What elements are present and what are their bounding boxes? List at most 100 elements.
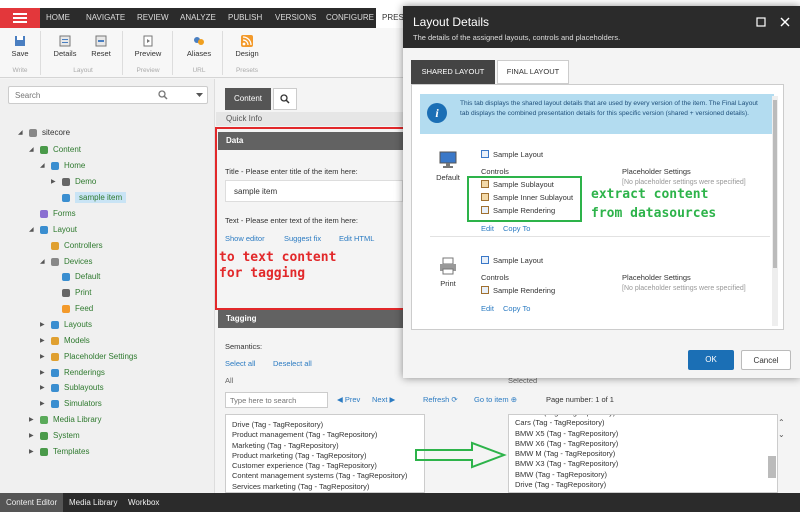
tab-shared-layout[interactable]: SHARED LAYOUT [411,60,495,84]
tree-item[interactable]: Controllers [40,241,103,250]
tree-item[interactable]: ▶ Renderings [40,368,105,377]
tree-item[interactable]: ◢ Devices [40,257,92,266]
list-item[interactable]: Cars (Tag - TagRepository) [515,418,777,428]
tab-publish[interactable]: PUBLISH [228,8,262,28]
panel-scrollbar-thumb[interactable] [773,100,777,268]
tree-item[interactable]: ◢ Content [29,145,81,154]
list-item[interactable]: Content management systems (Tag - TagRep… [232,471,424,481]
tab-home[interactable]: HOME [46,8,70,28]
tree-item[interactable]: ▶ Models [40,336,90,345]
list-item[interactable]: Drive (Tag - TagRepository) [515,480,777,490]
tab-media-library[interactable]: Media Library [63,493,123,512]
tree-item[interactable]: Forms [29,209,76,218]
selected-tags-list[interactable]: Audi R8 (Tag - TagRepository)Cars (Tag -… [508,414,778,493]
tree-item[interactable]: sample item [51,192,127,203]
chevron-down-icon[interactable]: ⌄ [778,430,785,439]
list-item[interactable]: Customer experience (Tag - TagRepository… [232,461,424,471]
tree-item[interactable]: Print [51,288,91,297]
tree-item[interactable]: ▶ System [29,431,80,440]
copy-to-link[interactable]: Copy To [503,304,530,313]
reset-button[interactable]: Reset [84,33,118,58]
edit-link[interactable]: Edit [481,224,494,233]
details-button[interactable]: Details [48,33,82,58]
list-item[interactable]: Services marketing (Tag - TagRepository) [232,482,424,492]
list-item[interactable]: Product marketing (Tag - TagRepository) [232,451,424,461]
quick-info-bar[interactable]: Quick Info [216,112,403,126]
tag-search-input[interactable] [225,392,328,408]
expand-icon[interactable]: ▶ [40,400,45,407]
expand-icon[interactable]: ▶ [29,448,34,455]
list-item[interactable]: Marketing (Tag - TagRepository) [232,441,424,451]
search-tab[interactable] [273,88,297,110]
expand-icon[interactable]: ▶ [40,369,45,376]
list-item[interactable]: Drive (Tag - TagRepository) [232,420,424,430]
tab-versions[interactable]: VERSIONS [275,8,316,28]
tree-item[interactable]: ▶ Sublayouts [40,383,104,392]
list-item[interactable]: Product management (Tag - TagRepository) [232,430,424,440]
next-button[interactable]: Next ▶ [372,395,395,404]
preview-button[interactable]: Preview [131,33,165,58]
deselect-all-link[interactable]: Deselect all [273,359,312,368]
collapse-icon[interactable]: ◢ [29,226,34,233]
goto-item-button[interactable]: Go to item ⊕ [474,395,517,404]
collapse-icon[interactable]: ◢ [29,146,34,153]
layout-link[interactable]: Sample Layout [481,150,543,159]
copy-to-link[interactable]: Copy To [503,224,530,233]
content-tab[interactable]: Content [225,88,271,110]
tree-item[interactable]: ▶ Layouts [40,320,92,329]
tab-workbox[interactable]: Workbox [122,493,165,512]
save-button[interactable]: Save [3,33,37,58]
collapse-icon[interactable]: ◢ [40,258,45,265]
chevron-down-icon[interactable] [196,93,203,98]
collapse-icon[interactable]: ◢ [40,162,45,169]
expand-icon[interactable]: ▶ [29,416,34,423]
tab-analyze[interactable]: ANALYZE [180,8,216,28]
collapse-icon[interactable]: ◢ [18,129,23,136]
refresh-button[interactable]: Refresh ⟳ [423,395,458,404]
list-item[interactable]: BMW X5 (Tag - TagRepository) [515,429,777,439]
tab-navigate[interactable]: NAVIGATE [86,8,125,28]
all-tags-list[interactable]: Drive (Tag - TagRepository) Product manag… [225,414,425,493]
cancel-button[interactable]: Cancel [741,350,791,370]
tree-item[interactable]: ◢ Layout [29,225,77,234]
maximize-icon[interactable] [756,17,766,27]
tab-configure[interactable]: CONFIGURE [326,8,374,28]
list-item[interactable]: BMW M (Tag - TagRepository) [515,449,777,459]
chevron-up-icon[interactable]: ⌃ [778,418,785,427]
expand-icon[interactable]: ▶ [40,353,45,360]
tagging-section-header[interactable]: Tagging [218,310,403,328]
expand-icon[interactable]: ▶ [29,432,34,439]
tree-item[interactable]: ▶ Placeholder Settings [40,352,137,361]
ok-button[interactable]: OK [688,350,734,370]
expand-icon[interactable]: ▶ [51,178,56,185]
tree-item[interactable]: ▶ Simulators [40,399,102,408]
list-item[interactable]: BMW X6 (Tag - TagRepository) [515,439,777,449]
layout-link[interactable]: Sample Layout [481,256,543,265]
list-item[interactable]: BMW X3 (Tag - TagRepository) [515,459,777,469]
tab-content-editor[interactable]: Content Editor [0,493,64,512]
list-item[interactable]: BMW (Tag - TagRepository) [515,470,777,480]
tree-search-input[interactable] [8,86,208,104]
expand-icon[interactable]: ▶ [40,321,45,328]
expand-icon[interactable]: ▶ [40,337,45,344]
tree-item[interactable]: ◢ Home [40,161,85,170]
design-button[interactable]: Design [230,33,264,58]
tree-item[interactable]: ◢ sitecore [18,128,70,137]
prev-button[interactable]: ◀ Prev [337,395,360,404]
aliases-button[interactable]: Aliases [182,33,216,58]
search-icon[interactable] [158,90,168,100]
tree-item[interactable]: Feed [51,304,93,313]
edit-link[interactable]: Edit [481,304,494,313]
tree-item[interactable]: ▶ Demo [51,177,96,186]
list-scrollbar-thumb[interactable] [768,456,776,478]
tab-presentation[interactable]: PRESE [376,8,406,28]
menu-button[interactable] [0,8,40,28]
select-all-link[interactable]: Select all [225,359,255,368]
tree-item[interactable]: Default [51,272,100,281]
close-icon[interactable] [780,17,790,27]
tree-item[interactable]: ▶ Media Library [29,415,101,424]
expand-icon[interactable]: ▶ [40,384,45,391]
tab-final-layout[interactable]: FINAL LAYOUT [497,60,569,84]
tree-item[interactable]: ▶ Templates [29,447,89,456]
tab-review[interactable]: REVIEW [137,8,169,28]
